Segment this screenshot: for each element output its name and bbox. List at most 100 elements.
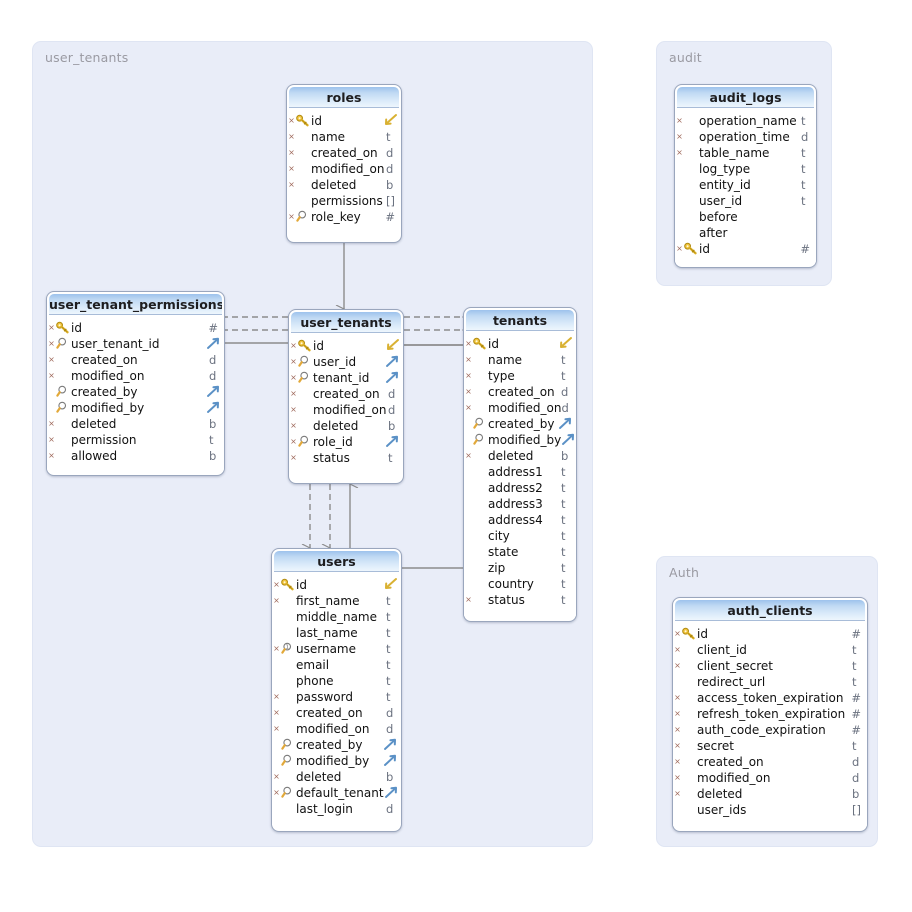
table-user_tenant_permissions[interactable]: user_tenant_permissions × id # × user_tenant_… — [46, 291, 225, 476]
column-row[interactable]: user_ids [] — [673, 802, 867, 818]
column-row[interactable]: × modified_on d — [272, 721, 401, 737]
column-name: permission — [71, 433, 137, 447]
column-row[interactable]: × tenant_id — [289, 370, 403, 386]
column-row[interactable]: × type t — [464, 368, 576, 384]
index-key-icon — [473, 432, 486, 448]
column-row[interactable]: × client_id t — [673, 642, 867, 658]
column-row[interactable]: middle_name t — [272, 609, 401, 625]
column-row[interactable]: × id # — [673, 626, 867, 642]
column-row[interactable]: × allowed b — [47, 448, 224, 464]
column-row[interactable]: after — [675, 225, 816, 241]
column-row[interactable]: modified_by — [272, 753, 401, 769]
column-row[interactable]: × modified_on d — [673, 770, 867, 786]
column-row[interactable]: × user_tenant_id — [47, 336, 224, 352]
column-row[interactable]: × deleted b — [287, 177, 401, 193]
column-row[interactable]: × auth_code_expiration # — [673, 722, 867, 738]
column-row[interactable]: address1 t — [464, 464, 576, 480]
table-header-users[interactable]: users — [274, 551, 399, 572]
column-row[interactable]: before — [675, 209, 816, 225]
table-header-tenants[interactable]: tenants — [466, 310, 574, 331]
column-row[interactable]: last_login d — [272, 801, 401, 817]
column-row[interactable]: modified_by — [47, 400, 224, 416]
column-row[interactable]: × client_secret t — [673, 658, 867, 674]
column-row[interactable]: × default_tenant — [272, 785, 401, 801]
not-null-marker-icon: × — [465, 595, 472, 604]
table-header-user_tenants[interactable]: user_tenants — [291, 312, 401, 333]
column-row[interactable]: × created_on d — [464, 384, 576, 400]
table-header-auth_clients[interactable]: auth_clients — [675, 600, 865, 621]
column-row[interactable]: × operation_name t — [675, 113, 816, 129]
column-row[interactable]: × deleted b — [673, 786, 867, 802]
column-row[interactable]: × modified_on d — [464, 400, 576, 416]
column-row[interactable]: × password t — [272, 689, 401, 705]
column-row[interactable]: created_by — [464, 416, 576, 432]
column-type: b — [209, 417, 217, 431]
table-header-audit_logs[interactable]: audit_logs — [677, 87, 814, 108]
column-row[interactable]: entity_id t — [675, 177, 816, 193]
column-row[interactable]: × first_name t — [272, 593, 401, 609]
table-header-user_tenant_permissions[interactable]: user_tenant_permissions — [49, 294, 222, 315]
column-row[interactable]: state t — [464, 544, 576, 560]
column-row[interactable]: × deleted b — [464, 448, 576, 464]
column-row[interactable]: redirect_url t — [673, 674, 867, 690]
table-roles[interactable]: roles × id × name t × created_on d × modified_on d ×… — [286, 84, 402, 243]
column-row[interactable]: log_type t — [675, 161, 816, 177]
table-tenants[interactable]: tenants × id × name t × type t × created_on d × modif… — [463, 307, 577, 622]
column-row[interactable]: user_id t — [675, 193, 816, 209]
column-row[interactable]: × id — [287, 113, 401, 129]
column-row[interactable]: × status t — [464, 592, 576, 608]
column-type: b — [388, 419, 396, 433]
column-row[interactable]: address3 t — [464, 496, 576, 512]
column-row[interactable]: × created_on d — [47, 352, 224, 368]
column-row[interactable]: × role_id — [289, 434, 403, 450]
column-type: t — [561, 369, 566, 383]
column-row[interactable]: permissions[] — [287, 193, 401, 209]
column-row[interactable]: × operation_time d — [675, 129, 816, 145]
column-row[interactable]: × created_on d — [287, 145, 401, 161]
table-audit_logs[interactable]: audit_logs × operation_name t × operation_tim… — [674, 84, 817, 268]
column-row[interactable]: email t — [272, 657, 401, 673]
column-row[interactable]: country t — [464, 576, 576, 592]
column-row[interactable]: × modified_on d — [47, 368, 224, 384]
column-row[interactable]: × user_id — [289, 354, 403, 370]
column-row[interactable]: × table_name t — [675, 145, 816, 161]
column-row[interactable]: × created_on d — [272, 705, 401, 721]
column-row[interactable]: × id — [464, 336, 576, 352]
column-row[interactable]: created_by — [272, 737, 401, 753]
column-row[interactable]: × id # — [675, 241, 816, 257]
column-row[interactable]: × permission t — [47, 432, 224, 448]
column-row[interactable]: × access_token_expiration # — [673, 690, 867, 706]
column-row[interactable]: last_name t — [272, 625, 401, 641]
table-auth_clients[interactable]: auth_clients × id # × client_id t × client_secre… — [672, 597, 868, 832]
column-row[interactable]: created_by — [47, 384, 224, 400]
column-row[interactable]: phone t — [272, 673, 401, 689]
column-row[interactable]: × modified_on d — [289, 402, 403, 418]
table-users[interactable]: users × id × first_name t middle_name t last_nam… — [271, 548, 402, 832]
column-row[interactable]: × 1 username t — [272, 641, 401, 657]
column-row[interactable]: zip t — [464, 560, 576, 576]
table-header-roles[interactable]: roles — [289, 87, 399, 108]
column-row[interactable]: × deleted b — [47, 416, 224, 432]
column-row[interactable]: × status t — [289, 450, 403, 466]
table-user_tenants[interactable]: user_tenants × id × user_id × tenant_id × create… — [288, 309, 404, 484]
no-key-icon — [473, 560, 486, 576]
column-name: first_name — [296, 594, 360, 608]
column-row[interactable]: modified_by — [464, 432, 576, 448]
column-row[interactable]: × modified_on d — [287, 161, 401, 177]
column-name: name — [311, 130, 346, 144]
column-row[interactable]: × refresh_token_expiration # — [673, 706, 867, 722]
column-row[interactable]: city t — [464, 528, 576, 544]
column-row[interactable]: × id # — [47, 320, 224, 336]
column-row[interactable]: × created_on d — [289, 386, 403, 402]
column-row[interactable]: × secret t — [673, 738, 867, 754]
column-row[interactable]: address2 t — [464, 480, 576, 496]
column-row[interactable]: × created_on d — [673, 754, 867, 770]
column-row[interactable]: address4 t — [464, 512, 576, 528]
column-row[interactable]: × id — [272, 577, 401, 593]
column-row[interactable]: × id — [289, 338, 403, 354]
column-row[interactable]: × name t — [287, 129, 401, 145]
column-row[interactable]: × name t — [464, 352, 576, 368]
column-row[interactable]: × deleted b — [272, 769, 401, 785]
column-row[interactable]: × role_key # — [287, 209, 401, 225]
column-row[interactable]: × deleted b — [289, 418, 403, 434]
